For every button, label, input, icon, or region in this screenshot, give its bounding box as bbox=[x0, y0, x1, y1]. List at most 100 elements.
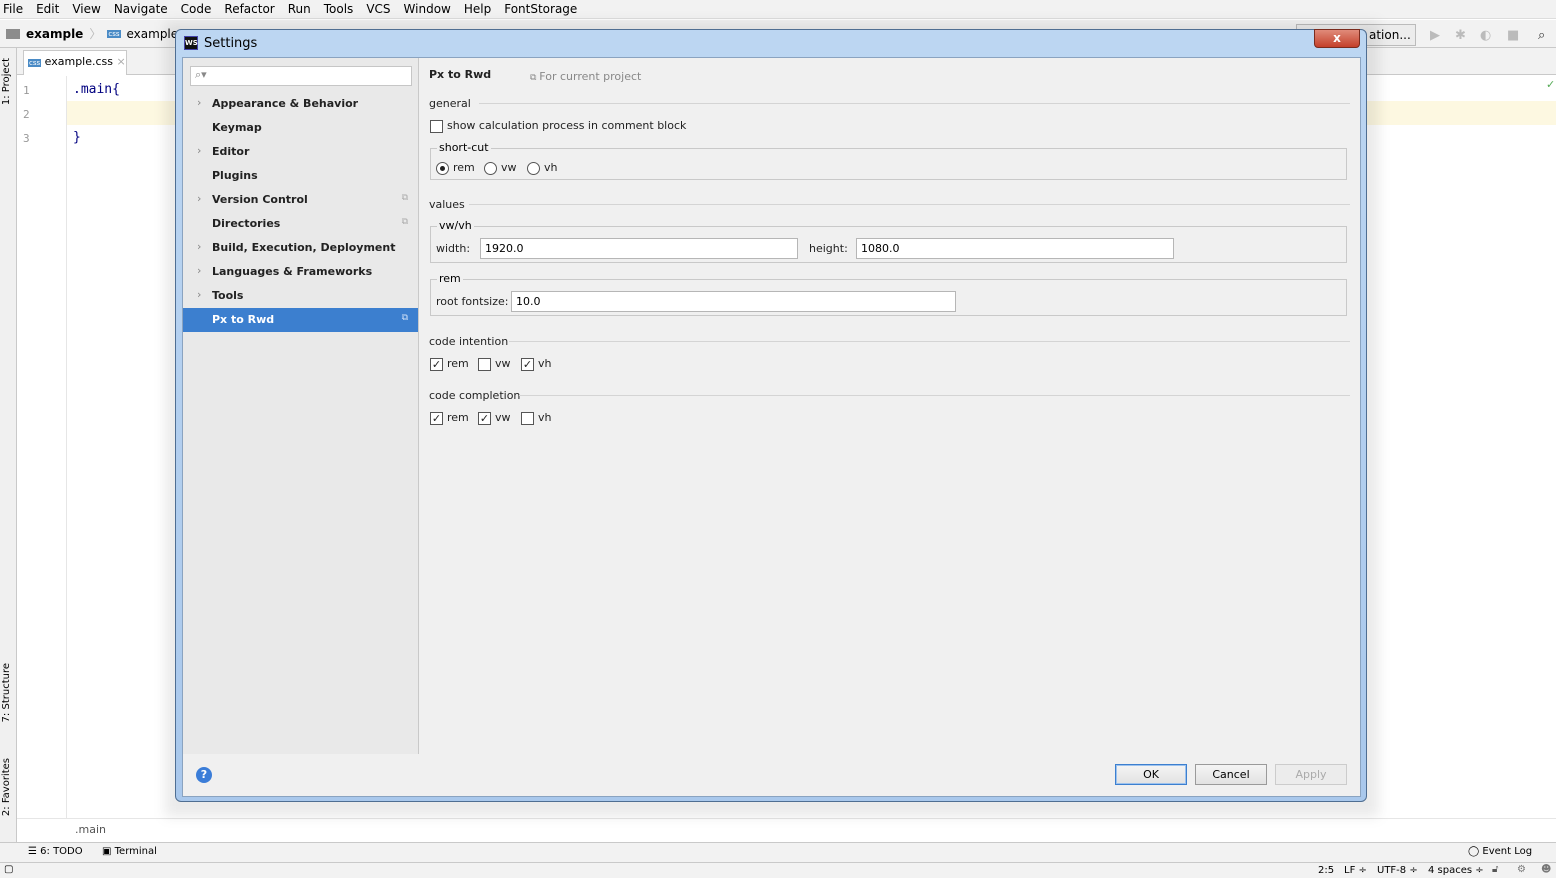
project-level-icon: ⧉ bbox=[401, 217, 408, 227]
event-log-button[interactable]: ◯ Event Log bbox=[1468, 846, 1532, 857]
menu-help[interactable]: Help bbox=[463, 0, 497, 18]
line-number: 1 bbox=[23, 84, 30, 97]
checkbox-label: vh bbox=[538, 411, 552, 424]
project-tool-button[interactable]: 1: Project bbox=[1, 58, 12, 105]
sidebar-item[interactable]: Plugins bbox=[183, 164, 418, 188]
divider bbox=[519, 395, 1350, 396]
menu-file[interactable]: File bbox=[2, 0, 29, 18]
sidebar-item[interactable]: › Build, Execution, Deployment bbox=[183, 236, 418, 260]
menu-edit[interactable]: Edit bbox=[35, 0, 65, 18]
sidebar-item[interactable]: Px to Rwd ⧉ bbox=[183, 308, 418, 332]
sidebar-item-label: Plugins bbox=[212, 169, 258, 182]
radio-vh-label: vh bbox=[544, 161, 558, 174]
dialog-body: ⌕▾ › Appearance & Behavior Keymap › Editor Pl… bbox=[182, 57, 1361, 797]
show-calculation-label: show calculation process in comment bloc… bbox=[447, 119, 687, 132]
inspection-ok-icon: ✓ bbox=[1546, 78, 1556, 91]
cancel-button[interactable]: Cancel bbox=[1195, 764, 1267, 785]
radio-vw[interactable] bbox=[484, 162, 497, 175]
sidebar-item[interactable]: Directories ⧉ bbox=[183, 212, 418, 236]
expand-arrow-icon[interactable]: › bbox=[197, 192, 201, 205]
menu-refactor[interactable]: Refactor bbox=[223, 0, 280, 18]
stop-icon[interactable]: ■ bbox=[1507, 28, 1519, 43]
todo-label: 6: TODO bbox=[40, 846, 83, 857]
rem-group-title: rem bbox=[437, 272, 463, 285]
inspector-icon[interactable]: ☻ bbox=[1541, 864, 1551, 875]
checkbox-code-intention-vh[interactable]: ✓ bbox=[521, 358, 534, 371]
settings-sidebar: ⌕▾ › Appearance & Behavior Keymap › Editor Pl… bbox=[183, 58, 419, 754]
checkbox-code-intention-rem[interactable]: ✓ bbox=[430, 358, 443, 371]
sidebar-item[interactable]: › Version Control ⧉ bbox=[183, 188, 418, 212]
dialog-title: Settings bbox=[204, 36, 258, 51]
close-tab-icon[interactable]: × bbox=[117, 55, 126, 68]
menu-navigate[interactable]: Navigate bbox=[113, 0, 174, 18]
sidebar-item[interactable]: › Appearance & Behavior bbox=[183, 92, 418, 116]
menu-fontstorage[interactable]: FontStorage bbox=[503, 0, 583, 18]
lock-icon[interactable]: 🔓︎ bbox=[1492, 864, 1498, 875]
line-separator[interactable]: LF ÷ bbox=[1344, 865, 1367, 876]
line-number: 2 bbox=[23, 108, 30, 121]
help-button[interactable]: ? bbox=[196, 767, 212, 783]
width-input[interactable]: 1920.0 bbox=[480, 238, 798, 259]
settings-search-input[interactable]: ⌕▾ bbox=[190, 66, 412, 86]
favorites-tool-button[interactable]: 2: Favorites bbox=[1, 758, 12, 816]
status-bar: ▢ 2:5 LF ÷ UTF-8 ÷ 4 spaces ÷ 🔓︎ ⚙ ☻ bbox=[0, 862, 1556, 878]
coverage-icon[interactable]: ◐ bbox=[1480, 28, 1491, 43]
scope-label: For current project bbox=[539, 70, 642, 83]
left-tool-strip: 1: Project 7: Structure 2: Favorites bbox=[0, 48, 17, 842]
expand-arrow-icon[interactable]: › bbox=[197, 144, 201, 157]
toggle-tool-windows-icon[interactable]: ▢ bbox=[4, 864, 13, 875]
folder-icon bbox=[6, 28, 20, 39]
debug-icon[interactable]: ✱ bbox=[1455, 28, 1466, 43]
page-title: Px to Rwd bbox=[429, 68, 492, 81]
code-line[interactable]: } bbox=[73, 130, 81, 145]
expand-arrow-icon[interactable]: › bbox=[197, 96, 201, 109]
shortcut-group-title: short-cut bbox=[437, 141, 491, 154]
css-file-icon: css bbox=[28, 59, 42, 67]
expand-arrow-icon[interactable]: › bbox=[197, 288, 201, 301]
file-encoding[interactable]: UTF-8 ÷ bbox=[1377, 865, 1418, 876]
root-fontsize-input[interactable]: 10.0 bbox=[511, 291, 956, 312]
menu-tools[interactable]: Tools bbox=[323, 0, 360, 18]
css-file-icon: css bbox=[107, 29, 121, 38]
search-everywhere-icon[interactable]: ⌕ bbox=[1538, 28, 1545, 43]
menu-code[interactable]: Code bbox=[180, 0, 218, 18]
caret-position[interactable]: 2:5 bbox=[1318, 865, 1334, 876]
menu-run[interactable]: Run bbox=[287, 0, 317, 18]
radio-rem[interactable] bbox=[436, 162, 449, 175]
editor-breadcrumb[interactable]: .main bbox=[17, 818, 1556, 842]
sidebar-item-label: Directories bbox=[212, 217, 281, 230]
apply-button[interactable]: Apply bbox=[1275, 764, 1347, 785]
shortcut-group: short-cut rem vw vh bbox=[430, 141, 1347, 180]
height-input[interactable]: 1080.0 bbox=[856, 238, 1174, 259]
terminal-tool-button[interactable]: ▣ Terminal bbox=[102, 846, 157, 857]
sidebar-item-label: Build, Execution, Deployment bbox=[212, 241, 396, 254]
checkbox-code-completion-vw[interactable]: ✓ bbox=[478, 412, 491, 425]
show-calculation-checkbox[interactable] bbox=[430, 120, 443, 133]
sidebar-item[interactable]: Keymap bbox=[183, 116, 418, 140]
hector-settings-icon[interactable]: ⚙ bbox=[1517, 864, 1526, 875]
menu-bar: File Edit View Navigate Code Refactor Ru… bbox=[0, 0, 1556, 19]
menu-vcs[interactable]: VCS bbox=[365, 0, 396, 18]
menu-window[interactable]: Window bbox=[403, 0, 457, 18]
nav-project[interactable]: example bbox=[26, 27, 83, 41]
ok-button[interactable]: OK bbox=[1115, 764, 1187, 785]
indent-setting[interactable]: 4 spaces ÷ bbox=[1428, 865, 1484, 876]
checkbox-code-intention-vw[interactable] bbox=[478, 358, 491, 371]
sidebar-item[interactable]: › Tools bbox=[183, 284, 418, 308]
checkbox-code-completion-rem[interactable]: ✓ bbox=[430, 412, 443, 425]
close-button[interactable]: x bbox=[1314, 29, 1360, 48]
radio-vh[interactable] bbox=[527, 162, 540, 175]
menu-view[interactable]: View bbox=[71, 0, 106, 18]
todo-tool-button[interactable]: ☰ 6: TODO bbox=[28, 846, 83, 857]
structure-tool-button[interactable]: 7: Structure bbox=[1, 663, 12, 722]
code-line[interactable]: .main{ bbox=[73, 82, 120, 97]
expand-arrow-icon[interactable]: › bbox=[197, 264, 201, 277]
tab-label: example.css bbox=[44, 55, 114, 68]
editor-tab[interactable]: css example.css × bbox=[23, 50, 127, 75]
sidebar-item-label: Version Control bbox=[212, 193, 308, 206]
run-icon[interactable]: ▶ bbox=[1430, 28, 1440, 43]
expand-arrow-icon[interactable]: › bbox=[197, 240, 201, 253]
sidebar-item[interactable]: › Editor bbox=[183, 140, 418, 164]
checkbox-code-completion-vh[interactable] bbox=[521, 412, 534, 425]
sidebar-item[interactable]: › Languages & Frameworks bbox=[183, 260, 418, 284]
